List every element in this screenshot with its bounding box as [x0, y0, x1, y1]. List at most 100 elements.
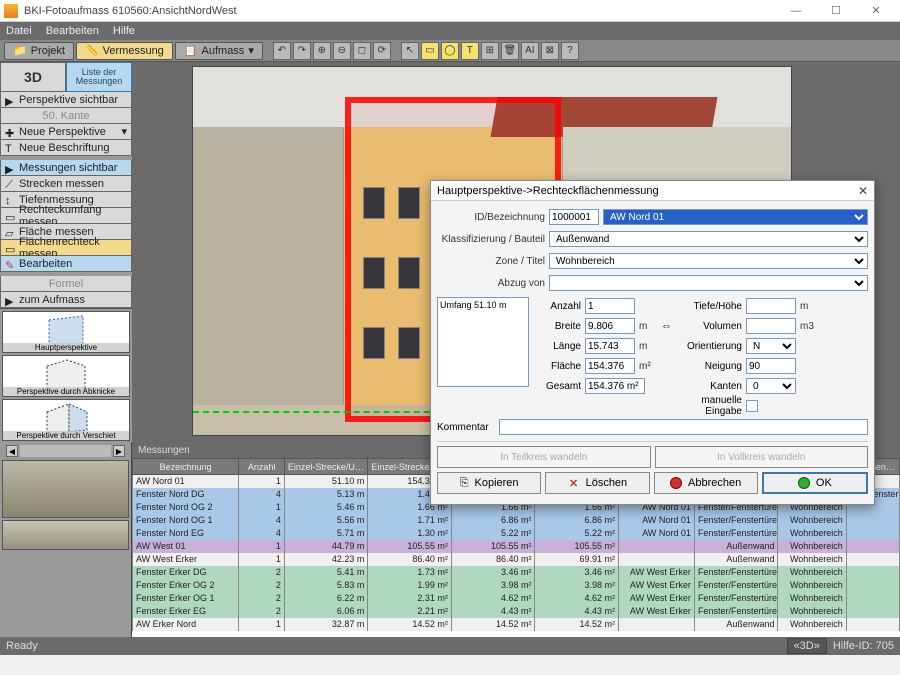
main-toolbar: 📁Projekt 📏Vermessung 📋Aufmass▾ ↶ ↷ ⊕ ⊖ ◻… — [0, 40, 900, 62]
cancel-icon — [670, 477, 682, 489]
sidebar-zum-aufmass[interactable]: ▶zum Aufmass — [0, 292, 132, 308]
perspective-thumbnails: Hauptperspektive Perspektive durch Abkni… — [0, 308, 132, 442]
neigung-field[interactable] — [746, 358, 796, 374]
sidebar-messungen-sichtbar[interactable]: ▶Messungen sichtbar — [0, 160, 132, 176]
scroll-right-icon[interactable]: ▶ — [113, 445, 125, 457]
thumb-hauptperspektive[interactable]: Hauptperspektive — [2, 311, 130, 353]
sidebar-formel[interactable]: Formel — [0, 276, 132, 292]
btn-ok[interactable]: OK — [762, 472, 868, 494]
volumen-field[interactable] — [746, 318, 796, 334]
bottom-thumbnails: ◀▶ — [0, 442, 132, 637]
left-sidebar: 3D Liste der Messungen ▶Perspektive sich… — [0, 62, 132, 442]
menu-datei[interactable]: Datei — [6, 25, 32, 37]
tool-text-icon[interactable]: T — [461, 42, 479, 60]
table-row[interactable]: AW West Erker142.23 m86.40 m²86.40 m²69.… — [133, 553, 900, 566]
ok-icon — [798, 477, 810, 489]
status-text: Ready — [6, 640, 38, 652]
abzug-select[interactable] — [549, 275, 868, 291]
kommentar-field[interactable] — [499, 419, 868, 435]
sidebar-kante[interactable]: 50. Kante — [0, 108, 132, 124]
manuelle-checkbox[interactable] — [746, 400, 758, 412]
table-row[interactable]: Fenster Erker OG 126.22 m2.31 m²4.62 m²4… — [133, 592, 900, 605]
btn-abbrechen[interactable]: Abbrechen — [654, 472, 758, 494]
photo-thumb-1[interactable] — [2, 460, 129, 518]
sidebar-rechteckumfang[interactable]: ▭Rechteckumfang messen — [0, 208, 132, 224]
kanten-select[interactable]: 0 — [746, 378, 796, 394]
maximize-button[interactable]: ☐ — [816, 1, 856, 21]
tool-zoom-fit-icon[interactable]: ◻ — [353, 42, 371, 60]
button-3d[interactable]: 3D — [0, 62, 66, 92]
tool-delete-icon[interactable]: 🗑 — [501, 42, 519, 60]
klassifizierung-select[interactable]: Außenwand — [549, 231, 868, 247]
table-row[interactable]: Fenster Nord EG45.71 m1.30 m²5.22 m²5.22… — [133, 527, 900, 540]
id-field[interactable] — [549, 209, 599, 225]
flaeche-field[interactable] — [585, 358, 635, 374]
thumb-verschiebung[interactable]: Perspektive durch Verschiet — [2, 399, 130, 441]
copy-icon: ⎘ — [460, 477, 469, 490]
tool-undo-icon[interactable]: ↶ — [273, 42, 291, 60]
status-3d: «3D» — [787, 638, 827, 654]
anzahl-field[interactable] — [585, 298, 635, 314]
app-icon — [4, 4, 18, 18]
title-bar: BKI-Fotoaufmass 610560:AnsichtNordWest —… — [0, 0, 900, 22]
menu-bar: Datei Bearbeiten Hilfe — [0, 22, 900, 40]
sidebar-perspektive-sichtbar[interactable]: ▶Perspektive sichtbar — [0, 92, 132, 108]
tab-vermessung[interactable]: 📏Vermessung — [76, 42, 173, 60]
close-button[interactable]: ✕ — [856, 1, 896, 21]
tool-close-x-icon[interactable]: ⊠ — [541, 42, 559, 60]
tool-circle-icon[interactable]: ◯ — [441, 42, 459, 60]
tool-zoom-out-icon[interactable]: ⊖ — [333, 42, 351, 60]
tool-question-icon[interactable]: ? — [561, 42, 579, 60]
table-col-header[interactable]: Einzel-Strecke/Umf. — [284, 459, 368, 475]
breite-field[interactable] — [585, 318, 635, 334]
umfang-box: Umfang 51.10 m — [437, 297, 529, 387]
photo-thumb-2[interactable] — [2, 520, 129, 550]
window-title: BKI-Fotoaufmass 610560:AnsichtNordWest — [24, 5, 776, 17]
btn-kopieren[interactable]: ⎘Kopieren — [437, 472, 541, 494]
zone-select[interactable]: Wohnbereich — [549, 253, 868, 269]
sidebar-flaechenrechteck[interactable]: ▭Flächenrechteck messen — [0, 240, 132, 256]
laenge-field[interactable] — [585, 338, 635, 354]
scroll-left-icon[interactable]: ◀ — [6, 445, 18, 457]
tool-pointer-icon[interactable]: ↖ — [401, 42, 419, 60]
orientierung-select[interactable]: N — [746, 338, 796, 354]
gesamt-field — [585, 378, 645, 394]
sidebar-neue-perspektive[interactable]: ✚Neue Perspektive▾ — [0, 124, 132, 140]
table-row[interactable]: AW West 01144.79 m105.55 m²105.55 m²105.… — [133, 540, 900, 553]
thumb-abknicke[interactable]: Perspektive durch Abknicke — [2, 355, 130, 397]
dialog-titlebar[interactable]: Hauptperspektive->Rechteckflächenmessung… — [431, 181, 874, 201]
btn-loeschen[interactable]: ✕Löschen — [545, 472, 649, 494]
button-liste-messungen[interactable]: Liste der Messungen — [66, 62, 132, 92]
sidebar-strecken-messen[interactable]: ⟋Strecken messen — [0, 176, 132, 192]
table-row[interactable]: Fenster Nord OG 145.56 m1.71 m²6.86 m²6.… — [133, 514, 900, 527]
tab-aufmass[interactable]: 📋Aufmass▾ — [175, 42, 263, 60]
tool-zoom-in-icon[interactable]: ⊕ — [313, 42, 331, 60]
status-bar: Ready «3D» Hilfe-ID: 705 — [0, 637, 900, 655]
btn-teilkreis: In Teilkreis wandeln — [437, 446, 651, 468]
table-row[interactable]: Fenster Erker DG25.41 m1.73 m²3.46 m²3.4… — [133, 566, 900, 579]
tool-rect-icon[interactable]: ▭ — [421, 42, 439, 60]
sidebar-bearbeiten[interactable]: ✎Bearbeiten — [0, 256, 132, 272]
tool-redo-icon[interactable]: ↷ — [293, 42, 311, 60]
delete-icon: ✕ — [568, 477, 580, 489]
sidebar-neue-beschriftung[interactable]: TNeue Beschriftung — [0, 140, 132, 156]
table-row[interactable]: Fenster Erker OG 225.83 m1.99 m²3.98 m²3… — [133, 579, 900, 592]
tool-ai-icon[interactable]: AI — [521, 42, 539, 60]
btn-vollkreis: In Vollkreis wandeln — [655, 446, 869, 468]
tool-rotate-icon[interactable]: ⟳ — [373, 42, 391, 60]
menu-bearbeiten[interactable]: Bearbeiten — [46, 25, 99, 37]
menu-hilfe[interactable]: Hilfe — [113, 25, 135, 37]
status-help-id: Hilfe-ID: 705 — [833, 640, 894, 652]
table-col-header[interactable]: Anzahl — [239, 459, 285, 475]
measurement-dialog: Hauptperspektive->Rechteckflächenmessung… — [430, 180, 875, 505]
table-col-header[interactable]: Bezeichnung — [133, 459, 239, 475]
tool-plus-icon[interactable]: ⊞ — [481, 42, 499, 60]
tiefe-field[interactable] — [746, 298, 796, 314]
table-row[interactable]: AW Erker Nord132.87 m14.52 m²14.52 m²14.… — [133, 618, 900, 631]
dialog-close-icon[interactable]: ✕ — [858, 184, 868, 198]
name-select[interactable]: AW Nord 01 — [603, 209, 868, 225]
table-row[interactable]: Fenster Erker EG26.06 m2.21 m²4.43 m²4.4… — [133, 605, 900, 618]
minimize-button[interactable]: — — [776, 1, 816, 21]
link-icon[interactable]: ⇔ — [661, 320, 672, 332]
tab-projekt[interactable]: 📁Projekt — [4, 42, 74, 60]
